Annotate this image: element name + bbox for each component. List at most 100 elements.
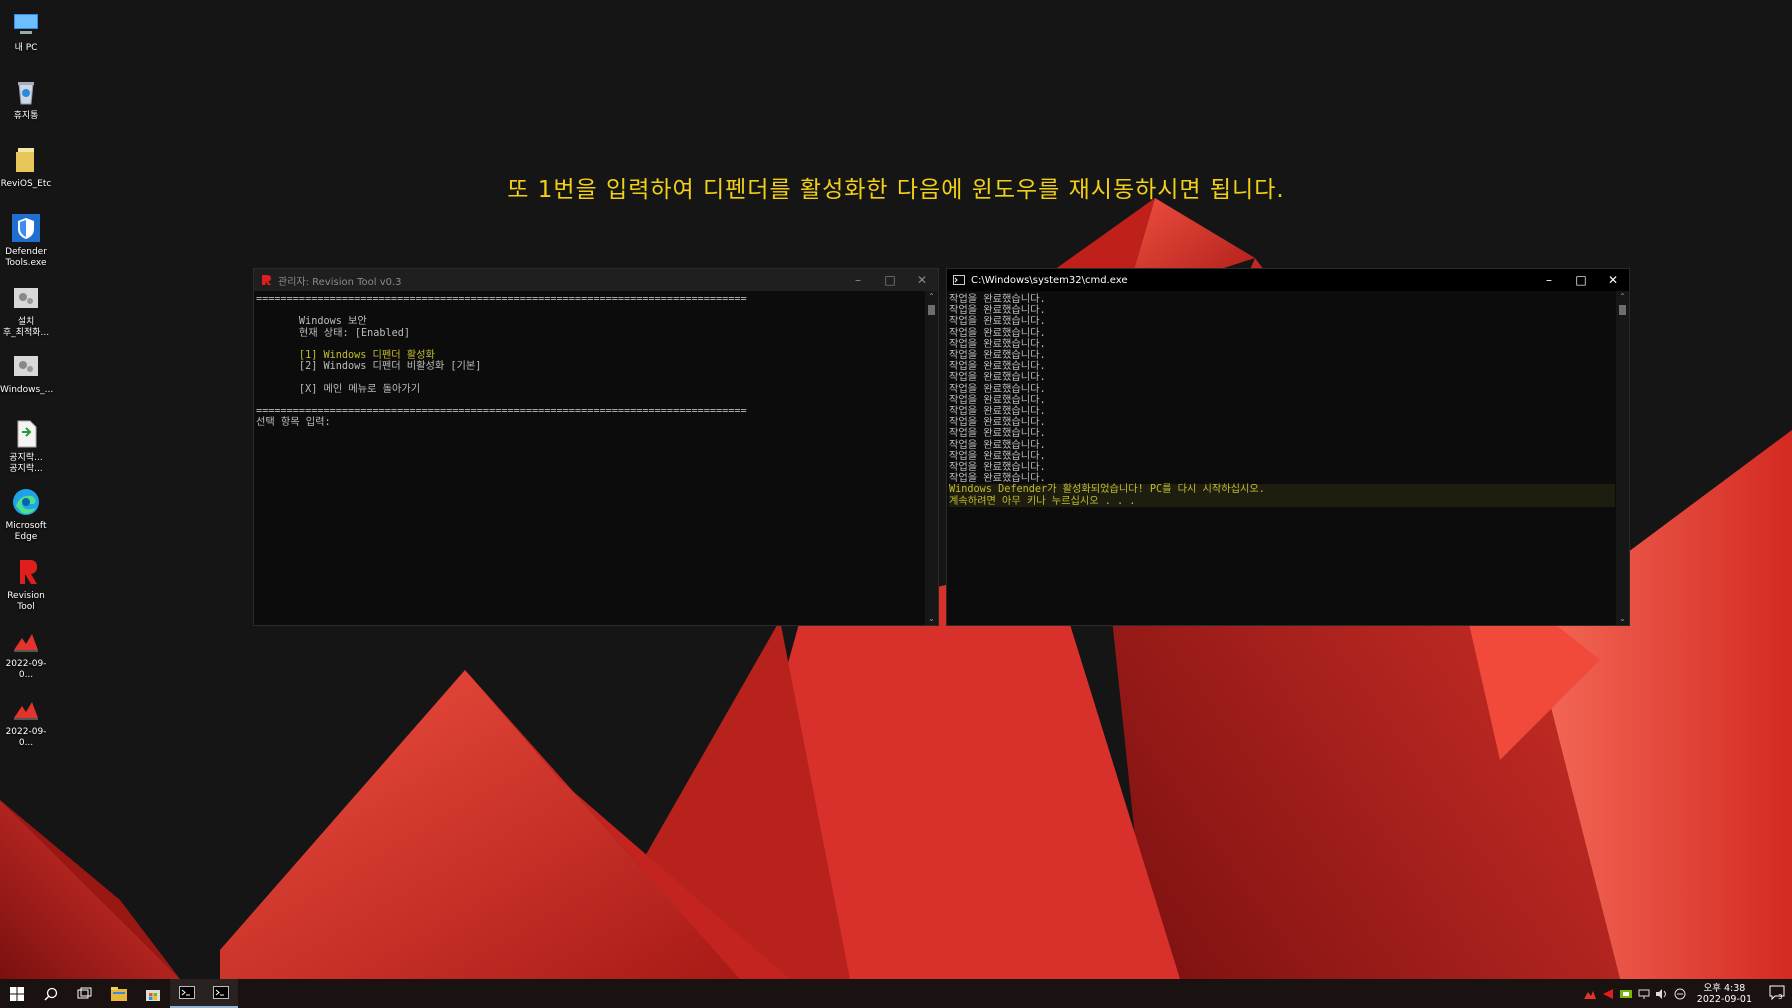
menu-option-back-to-main: [X] 메인 메뉴로 돌아가기 bbox=[256, 383, 421, 395]
revision-tool-window[interactable]: 관리자: Revision Tool v0.3 – □ ✕ ==========… bbox=[253, 268, 939, 626]
cmd-output-line: 작업을 완료했습니다. bbox=[949, 350, 1046, 362]
cmd-output-line: 작업을 완료했습니다. bbox=[949, 406, 1046, 418]
desktop-icon-image-file-1[interactable]: 2022-09-0... bbox=[0, 618, 52, 681]
close-button[interactable]: ✕ bbox=[1597, 269, 1629, 291]
cmd-output-line: 작업을 완료했습니다. bbox=[949, 316, 1046, 328]
settings-file-icon bbox=[10, 350, 42, 382]
cmd-output-line: 작업을 완료했습니다. bbox=[949, 338, 1046, 350]
taskbar-clock[interactable]: 오후 4:38 2022-09-01 bbox=[1697, 983, 1752, 1005]
console-output[interactable]: ========================================… bbox=[256, 291, 924, 625]
folder-icon bbox=[111, 986, 127, 1001]
ime-icon[interactable] bbox=[1673, 987, 1687, 1001]
revision-tool-icon bbox=[260, 274, 272, 286]
clock-date: 2022-09-01 bbox=[1696, 993, 1752, 1005]
cmd-output-line: 작업을 완료했습니다. bbox=[949, 294, 1046, 305]
desktop-icon-revision-tool[interactable]: Revision Tool bbox=[0, 550, 52, 613]
menu-option-disable-defender: [2] Windows 디펜더 비활성화 [기본] bbox=[256, 361, 482, 373]
settings-file-icon bbox=[10, 282, 42, 314]
cmd-window[interactable]: C:\Windows\system32\cmd.exe – □ ✕ 작업을 완료… bbox=[946, 268, 1630, 626]
image-file-icon bbox=[10, 624, 42, 656]
console-output[interactable]: 작업을 완료했습니다. 작업을 완료했습니다. 작업을 완료했습니다. 작업을 완료했… bbox=[949, 291, 1615, 625]
cmd-output-line: 작업을 완료했습니다. bbox=[949, 473, 1046, 485]
press-any-key-message: 계속하려면 아무 키나 누르십시오 . . . bbox=[949, 495, 1615, 507]
window-title: C:\Windows\system32\cmd.exe bbox=[971, 274, 1128, 286]
close-button[interactable]: ✕ bbox=[906, 269, 938, 291]
revision-tray-icon[interactable] bbox=[1601, 987, 1615, 1001]
scroll-up-icon[interactable]: ⌃ bbox=[1616, 291, 1629, 303]
taskbar-revision-tool[interactable] bbox=[170, 979, 204, 1008]
scroll-thumb[interactable] bbox=[928, 305, 935, 315]
cmd-output-line: 작업을 완료했습니다. bbox=[949, 439, 1046, 451]
taskbar-microsoft-store[interactable] bbox=[136, 979, 170, 1008]
task-view-button[interactable] bbox=[68, 979, 102, 1008]
desktop-icon-microsoft-edge[interactable]: Microsoft Edge bbox=[0, 480, 52, 543]
menu-option-enable-defender: [1] Windows 디펜더 활성화 bbox=[256, 350, 435, 362]
start-button[interactable] bbox=[0, 979, 34, 1008]
window-titlebar[interactable]: C:\Windows\system32\cmd.exe – □ ✕ bbox=[947, 269, 1629, 291]
cmd-output-line: 작업을 완료했습니다. bbox=[949, 327, 1046, 339]
search-icon bbox=[44, 987, 58, 1001]
gpu-tray-icon[interactable] bbox=[1619, 987, 1633, 1001]
maximize-button[interactable]: □ bbox=[874, 269, 906, 291]
scroll-up-icon[interactable]: ⌃ bbox=[925, 291, 938, 303]
terminal-icon bbox=[213, 986, 229, 999]
notification-center-button[interactable]: 3 bbox=[1762, 984, 1792, 1003]
svg-text:3: 3 bbox=[1778, 993, 1782, 1000]
recycle-bin-icon bbox=[10, 76, 42, 108]
revision-tool-icon bbox=[10, 556, 42, 588]
volume-icon[interactable] bbox=[1655, 987, 1669, 1001]
menu-section-title: Windows 보안 bbox=[256, 316, 367, 328]
cmd-output-line: 작업을 완료했습니다. bbox=[949, 372, 1046, 384]
taskbar-cmd[interactable] bbox=[204, 979, 238, 1008]
edge-icon bbox=[10, 486, 42, 518]
desktop-icon-document-shortcut[interactable]: 공지락... 공지락... bbox=[0, 412, 52, 475]
separator-line: ========================================… bbox=[256, 406, 747, 418]
instruction-caption: 또 1번을 입력하여 디펜더를 활성화한 다음에 윈도우를 재시동하시면 됩니다… bbox=[507, 177, 1285, 203]
defender-status: 현재 상태: [Enabled] bbox=[256, 327, 411, 339]
cmd-output-line: 작업을 완료했습니다. bbox=[949, 305, 1046, 317]
taskbar: 오후 4:38 2022-09-01 3 bbox=[0, 979, 1792, 1008]
desktop-icon-my-pc[interactable]: 내 PC bbox=[0, 2, 52, 54]
windows-logo-icon bbox=[10, 986, 24, 1001]
cmd-icon bbox=[953, 274, 965, 286]
cmd-output-line: 작업을 완료했습니다. bbox=[949, 394, 1046, 406]
vertical-scrollbar[interactable]: ⌃ ⌄ bbox=[925, 291, 938, 625]
defender-enabled-message: Windows Defender가 활성화되었습니다! PC를 다시 시작하십시… bbox=[949, 484, 1615, 496]
computer-icon bbox=[10, 8, 42, 40]
cmd-output-line: 작업을 완료했습니다. bbox=[949, 450, 1046, 462]
scroll-thumb[interactable] bbox=[1619, 305, 1626, 315]
image-file-icon bbox=[10, 692, 42, 724]
window-title: 관리자: Revision Tool v0.3 bbox=[278, 276, 402, 288]
desktop-icon-image-file-2[interactable]: 2022-09-0... bbox=[0, 686, 52, 749]
maximize-button[interactable]: □ bbox=[1565, 269, 1597, 291]
cmd-output-line: 작업을 완료했습니다. bbox=[949, 462, 1046, 474]
separator-line: ========================================… bbox=[256, 294, 747, 305]
desktop-icon-recycle-bin[interactable]: 휴지통 bbox=[0, 70, 52, 122]
scroll-down-icon[interactable]: ⌄ bbox=[925, 613, 938, 625]
cmd-output-line: 작업을 완료했습니다. bbox=[949, 361, 1046, 373]
system-tray: 오후 4:38 2022-09-01 3 bbox=[1581, 979, 1792, 1008]
vertical-scrollbar[interactable]: ⌃ ⌄ bbox=[1616, 291, 1629, 625]
app-tray-icon[interactable] bbox=[1583, 987, 1597, 1001]
scroll-down-icon[interactable]: ⌄ bbox=[1616, 613, 1629, 625]
cmd-output-line: 작업을 완료했습니다. bbox=[949, 383, 1046, 395]
window-titlebar[interactable]: 관리자: Revision Tool v0.3 – □ ✕ bbox=[254, 269, 938, 291]
cmd-output-line: 작업을 완료했습니다. bbox=[949, 417, 1046, 429]
minimize-button[interactable]: – bbox=[842, 269, 874, 291]
cmd-output-line: 작업을 완료했습니다. bbox=[949, 428, 1046, 440]
desktop-icon-defender-tools[interactable]: Defender Tools.exe bbox=[0, 206, 52, 269]
minimize-button[interactable]: – bbox=[1533, 269, 1565, 291]
search-button[interactable] bbox=[34, 979, 68, 1008]
task-view-icon bbox=[77, 987, 92, 998]
clock-time: 오후 4:38 bbox=[1703, 982, 1746, 994]
document-shortcut-icon bbox=[10, 418, 42, 450]
store-icon bbox=[146, 989, 160, 1001]
desktop-icon-post-install-optimization[interactable]: 설치 후_최적화... bbox=[0, 276, 52, 339]
terminal-icon bbox=[179, 986, 195, 999]
taskbar-file-explorer[interactable] bbox=[102, 979, 136, 1008]
notification-icon: 3 bbox=[1769, 985, 1785, 1001]
input-prompt: 선택 항목 입력: bbox=[256, 417, 331, 429]
defender-tools-icon bbox=[10, 212, 42, 244]
network-icon[interactable] bbox=[1637, 987, 1651, 1001]
desktop-icon-windows-file[interactable]: Windows_... bbox=[0, 344, 53, 396]
